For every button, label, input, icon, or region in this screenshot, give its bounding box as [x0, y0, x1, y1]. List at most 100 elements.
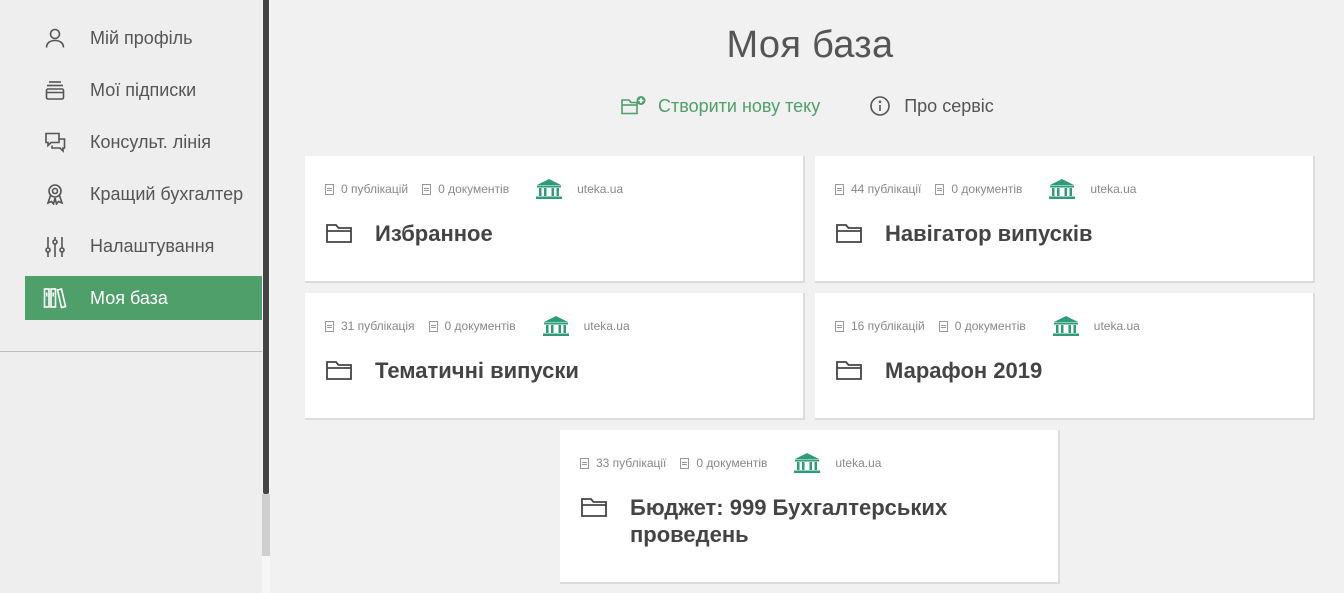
source-label: uteka.ua: [835, 456, 882, 470]
folder-icon: [326, 361, 352, 380]
document-icon: [428, 320, 438, 332]
document-icon: [422, 183, 432, 195]
source: uteka.ua: [1052, 315, 1140, 337]
source: uteka.ua: [542, 315, 630, 337]
folder-card[interactable]: 44 публікації 0 документів uteka.ua Наві…: [815, 156, 1315, 283]
sidebar-scrollbar-track: [262, 494, 270, 556]
main-content: Моя база Створити нову теку Про сервіс 0…: [270, 0, 1344, 593]
sidebar-item-best-accountant[interactable]: Кращий бухгалтер: [25, 172, 262, 216]
source: uteka.ua: [1048, 178, 1136, 200]
card-title: Бюджет: 999 Бухгалтерських проведень: [580, 494, 1020, 548]
sidebar-item-consult-line[interactable]: Консульт. лінія: [25, 120, 262, 164]
folder-card[interactable]: 16 публікацій 0 документів uteka.ua Мара…: [815, 293, 1315, 420]
sidebar: Мій профіль Мої підписки Консульт. лінія…: [0, 0, 262, 593]
uteka-logo-icon: [794, 453, 821, 473]
publications-count: 33 публікації: [580, 456, 666, 470]
source: uteka.ua: [793, 452, 881, 474]
publications-count: 31 публікація: [325, 319, 415, 333]
sidebar-item-label: Консульт. лінія: [90, 131, 211, 152]
publications-label: 0 публікацій: [341, 182, 409, 196]
sliders-icon: [42, 233, 68, 259]
sidebar-scrollbar-thumb[interactable]: [263, 0, 269, 494]
sidebar-item-label: Налаштування: [90, 235, 215, 256]
info-icon: [866, 92, 894, 120]
publications-count: 0 публікацій: [325, 182, 408, 196]
uteka-logo-icon: [1049, 179, 1076, 199]
user-icon: [42, 25, 68, 51]
document-icon: [835, 320, 844, 332]
card-meta: 44 публікації 0 документів uteka.ua: [835, 178, 1136, 200]
document-icon: [680, 457, 690, 469]
source-label: uteka.ua: [1090, 182, 1137, 196]
uteka-logo-icon: [542, 316, 569, 336]
sidebar-item-settings[interactable]: Налаштування: [25, 224, 262, 268]
folder-card[interactable]: 33 публікації 0 документів uteka.ua Бюдж…: [560, 430, 1060, 584]
card-title: Навігатор випусків: [835, 220, 1093, 247]
documents-count: 0 документів: [938, 319, 1026, 333]
about-service-link[interactable]: Про сервіс: [866, 92, 994, 120]
uteka-logo-icon: [536, 179, 563, 199]
sidebar-item-label: Мої підписки: [90, 79, 197, 100]
documents-label: 0 документів: [444, 319, 516, 333]
folder-card[interactable]: 31 публікація 0 документів uteka.ua Тема…: [305, 293, 805, 420]
documents-count: 0 документів: [422, 182, 509, 196]
card-meta: 0 публікацій 0 документів uteka.ua: [325, 178, 623, 200]
sidebar-item-subscriptions[interactable]: Мої підписки: [25, 68, 262, 112]
publications-label: 33 публікації: [596, 456, 667, 470]
source: uteka.ua: [535, 178, 623, 200]
add-folder-icon: [620, 92, 648, 120]
documents-label: 0 документів: [954, 319, 1026, 333]
document-icon: [935, 183, 945, 195]
publications-label: 44 публікації: [851, 182, 922, 196]
documents-label: 0 документів: [951, 182, 1023, 196]
card-title-label: Бюджет: 999 Бухгалтерських проведень: [630, 495, 948, 547]
document-icon: [835, 183, 844, 195]
subscriptions-icon: [42, 77, 68, 103]
publications-label: 31 публікація: [341, 319, 415, 333]
award-icon: [42, 181, 68, 207]
card-title-label: Избранное: [375, 221, 493, 246]
document-icon: [325, 320, 334, 332]
card-title-label: Марафон 2019: [885, 358, 1043, 383]
chat-icon: [42, 129, 68, 155]
actions-bar: Створити нову теку Про сервіс: [620, 92, 994, 120]
source-label: uteka.ua: [577, 182, 624, 196]
folder-icon: [581, 498, 607, 517]
documents-count: 0 документів: [428, 319, 516, 333]
card-title-label: Тематичні випуски: [375, 358, 579, 383]
library-icon: [42, 285, 68, 311]
sidebar-nav: Мій профіль Мої підписки Консульт. лінія…: [25, 16, 262, 328]
about-service-label: Про сервіс: [904, 95, 994, 116]
uteka-logo-icon: [1052, 316, 1079, 336]
card-title-label: Навігатор випусків: [885, 221, 1093, 246]
documents-count: 0 документів: [935, 182, 1022, 196]
card-title: Тематичні випуски: [325, 357, 579, 384]
folder-card[interactable]: 0 публікацій 0 документів uteka.ua Избра…: [305, 156, 805, 283]
sidebar-item-label: Кращий бухгалтер: [90, 183, 244, 204]
sidebar-item-profile[interactable]: Мій профіль: [25, 16, 262, 60]
create-folder-button[interactable]: Створити нову теку: [620, 92, 820, 120]
card-meta: 16 публікацій 0 документів uteka.ua: [835, 315, 1140, 337]
folder-icon: [326, 224, 352, 243]
document-icon: [938, 320, 948, 332]
page-title: Моя база: [726, 24, 894, 66]
publications-count: 44 публікації: [835, 182, 921, 196]
documents-label: 0 документів: [438, 182, 510, 196]
folder-icon: [836, 361, 862, 380]
publications-count: 16 публікацій: [835, 319, 925, 333]
publications-label: 16 публікацій: [851, 319, 925, 333]
document-icon: [580, 457, 589, 469]
card-meta: 31 публікація 0 документів uteka.ua: [325, 315, 630, 337]
documents-label: 0 документів: [696, 456, 768, 470]
folder-icon: [836, 224, 862, 243]
sidebar-divider: [0, 351, 262, 352]
card-title: Избранное: [325, 220, 493, 247]
sidebar-item-label: Мій профіль: [90, 27, 193, 48]
sidebar-item-label: Моя база: [90, 287, 168, 308]
card-meta: 33 публікації 0 документів uteka.ua: [580, 452, 881, 474]
document-icon: [325, 183, 334, 195]
documents-count: 0 документів: [680, 456, 767, 470]
card-title: Марафон 2019: [835, 357, 1042, 384]
sidebar-item-my-base[interactable]: Моя база: [25, 276, 262, 320]
source-label: uteka.ua: [1093, 319, 1140, 333]
